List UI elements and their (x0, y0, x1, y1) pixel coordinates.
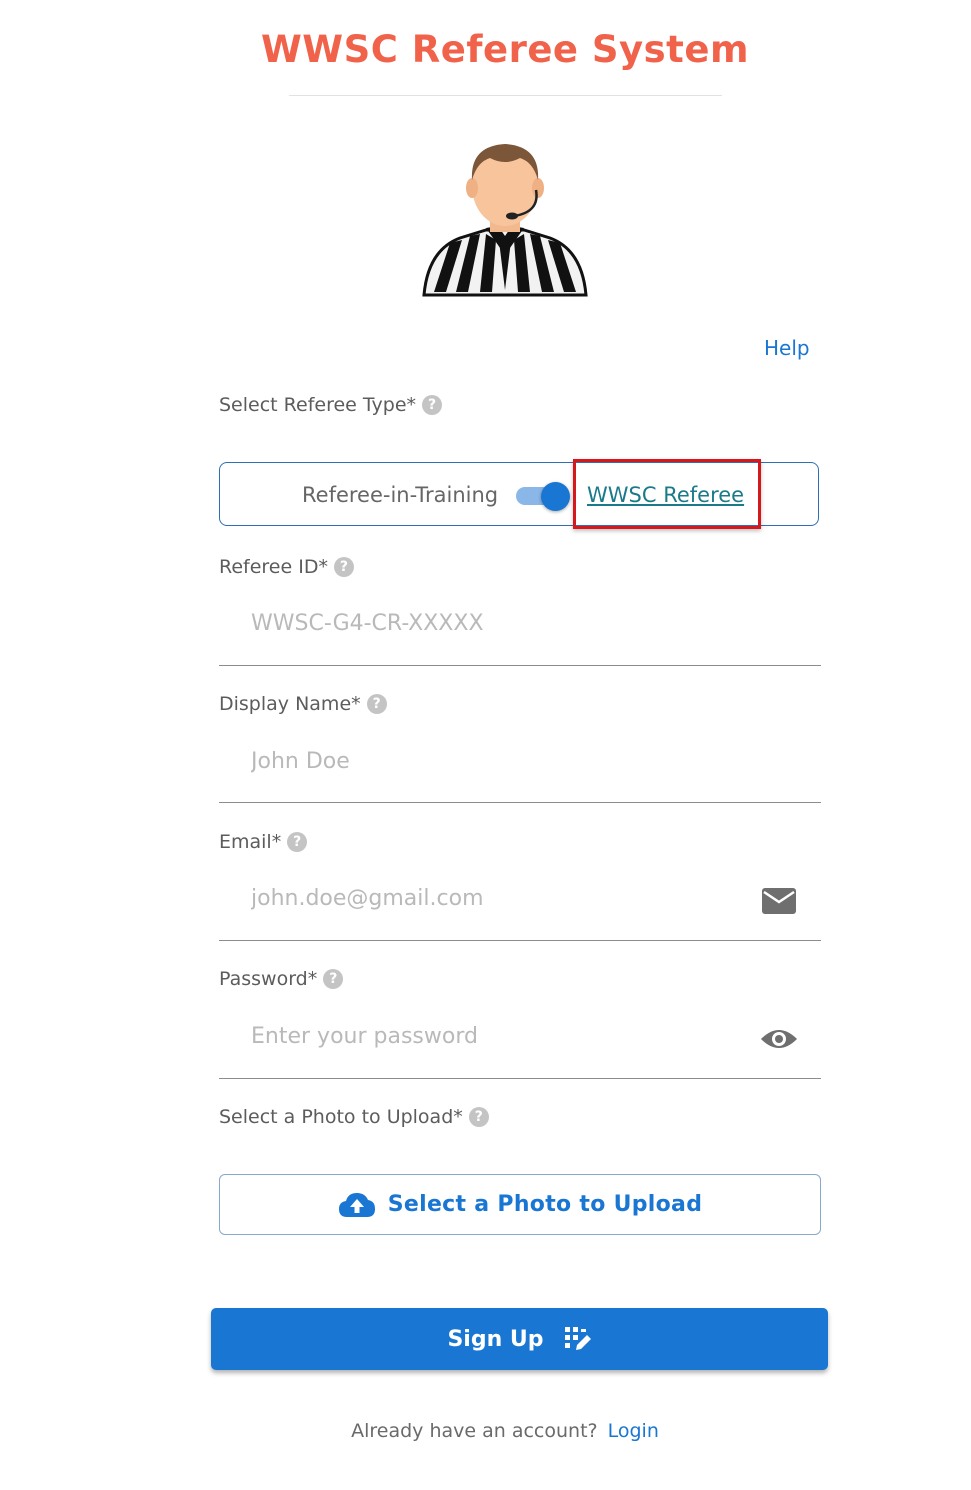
mail-icon (762, 888, 796, 914)
referee-type-label: Select Referee Type* ? (219, 394, 443, 416)
sign-up-button[interactable]: Sign Up (211, 1308, 828, 1370)
email-input[interactable] (251, 886, 751, 911)
email-label-text: Email* (219, 831, 282, 853)
highlight-box (573, 459, 761, 529)
cloud-upload-icon (338, 1192, 375, 1217)
select-photo-button[interactable]: Select a Photo to Upload (219, 1174, 821, 1235)
display-name-underline (219, 802, 821, 803)
help-circle-icon[interactable]: ? (323, 969, 344, 989)
email-label: Email* ? (219, 831, 308, 853)
help-circle-icon[interactable]: ? (468, 1107, 489, 1127)
referee-type-label-text: Select Referee Type* (219, 394, 417, 416)
login-prompt: Already have an account? Login (0, 1420, 971, 1442)
password-underline (219, 1078, 821, 1079)
eye-icon[interactable] (760, 1024, 798, 1054)
help-circle-icon[interactable]: ? (333, 557, 354, 577)
password-input[interactable] (251, 1024, 751, 1049)
toggle-knob (541, 482, 570, 511)
help-circle-icon[interactable]: ? (287, 832, 308, 852)
photo-label-text: Select a Photo to Upload* (219, 1106, 463, 1128)
signup-icon (564, 1327, 591, 1350)
referee-in-training-option[interactable]: Referee-in-Training (302, 483, 498, 507)
referee-id-label-text: Referee ID* (219, 556, 328, 578)
sign-up-button-label: Sign Up (447, 1326, 544, 1352)
email-underline (219, 940, 821, 941)
referee-id-label: Referee ID* ? (219, 556, 354, 578)
referee-id-underline (219, 665, 821, 666)
select-photo-button-label: Select a Photo to Upload (387, 1192, 703, 1217)
login-link[interactable]: Login (608, 1420, 659, 1442)
password-label-text: Password* (219, 968, 318, 990)
referee-id-input[interactable] (251, 611, 751, 636)
help-link[interactable]: Help (764, 336, 810, 360)
help-circle-icon[interactable]: ? (422, 395, 443, 415)
referee-type-toggle[interactable] (516, 480, 572, 512)
display-name-label-text: Display Name* (219, 693, 361, 715)
display-name-label: Display Name* ? (219, 693, 387, 715)
page-title: WWSC Referee System (260, 28, 750, 71)
already-have-account-text: Already have an account? (351, 1420, 598, 1442)
signup-page: WWSC Referee System Help Select Referee … (0, 0, 971, 1490)
password-label: Password* ? (219, 968, 344, 990)
photo-label: Select a Photo to Upload* ? (219, 1106, 489, 1128)
display-name-input[interactable] (251, 749, 751, 774)
referee-avatar-icon (422, 144, 588, 297)
title-divider (289, 95, 722, 96)
help-circle-icon[interactable]: ? (366, 694, 387, 714)
